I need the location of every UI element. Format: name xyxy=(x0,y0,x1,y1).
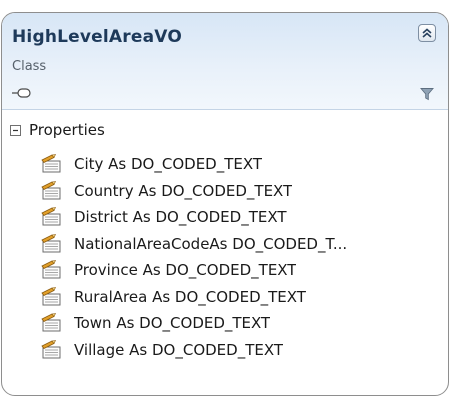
properties-compartment-header[interactable]: Properties xyxy=(10,121,105,139)
property-item[interactable]: District As DO_CODED_TEXT xyxy=(40,204,440,231)
property-label: City As DO_CODED_TEXT xyxy=(74,155,263,174)
class-stereotype: Class xyxy=(12,59,47,74)
double-chevron-up-icon xyxy=(422,28,432,38)
property-item[interactable]: Country As DO_CODED_TEXT xyxy=(40,178,440,205)
class-header: HighLevelAreaVO Class xyxy=(2,13,448,110)
property-list: City As DO_CODED_TEXT Country As DO_CODE… xyxy=(40,151,440,363)
class-shape[interactable]: HighLevelAreaVO Class Properties City As… xyxy=(1,12,449,396)
collapse-button[interactable] xyxy=(418,24,436,42)
property-icon xyxy=(41,260,61,279)
property-label: Province As DO_CODED_TEXT xyxy=(74,261,297,280)
minus-icon xyxy=(13,129,18,131)
property-icon xyxy=(41,313,61,332)
property-item[interactable]: Town As DO_CODED_TEXT xyxy=(40,310,440,337)
property-icon xyxy=(41,207,61,226)
property-label: RuralArea As DO_CODED_TEXT xyxy=(74,287,306,306)
property-label: District As DO_CODED_TEXT xyxy=(74,208,287,227)
property-item[interactable]: Province As DO_CODED_TEXT xyxy=(40,257,440,284)
property-item[interactable]: RuralArea As DO_CODED_TEXT xyxy=(40,284,440,311)
collapse-toggle[interactable] xyxy=(10,124,21,136)
property-icon xyxy=(41,233,61,253)
funnel-filter-icon[interactable] xyxy=(420,87,434,101)
property-label: Town As DO_CODED_TEXT xyxy=(74,314,271,333)
property-item[interactable]: City As DO_CODED_TEXT xyxy=(40,151,440,178)
property-icon xyxy=(41,180,61,200)
lollipop-interface-icon[interactable] xyxy=(12,87,32,99)
property-label: NationalAreaCodeAs DO_CODED_T... xyxy=(74,234,348,253)
property-label: Village As DO_CODED_TEXT xyxy=(74,340,284,359)
property-icon xyxy=(41,154,61,173)
property-item[interactable]: Village As DO_CODED_TEXT xyxy=(40,337,440,364)
compartment-title: Properties xyxy=(29,121,105,139)
property-icon xyxy=(41,286,61,306)
property-icon xyxy=(41,339,61,359)
property-label: Country As DO_CODED_TEXT xyxy=(74,181,293,200)
property-item[interactable]: NationalAreaCodeAs DO_CODED_T... xyxy=(40,231,440,258)
class-name: HighLevelAreaVO xyxy=(12,27,182,47)
